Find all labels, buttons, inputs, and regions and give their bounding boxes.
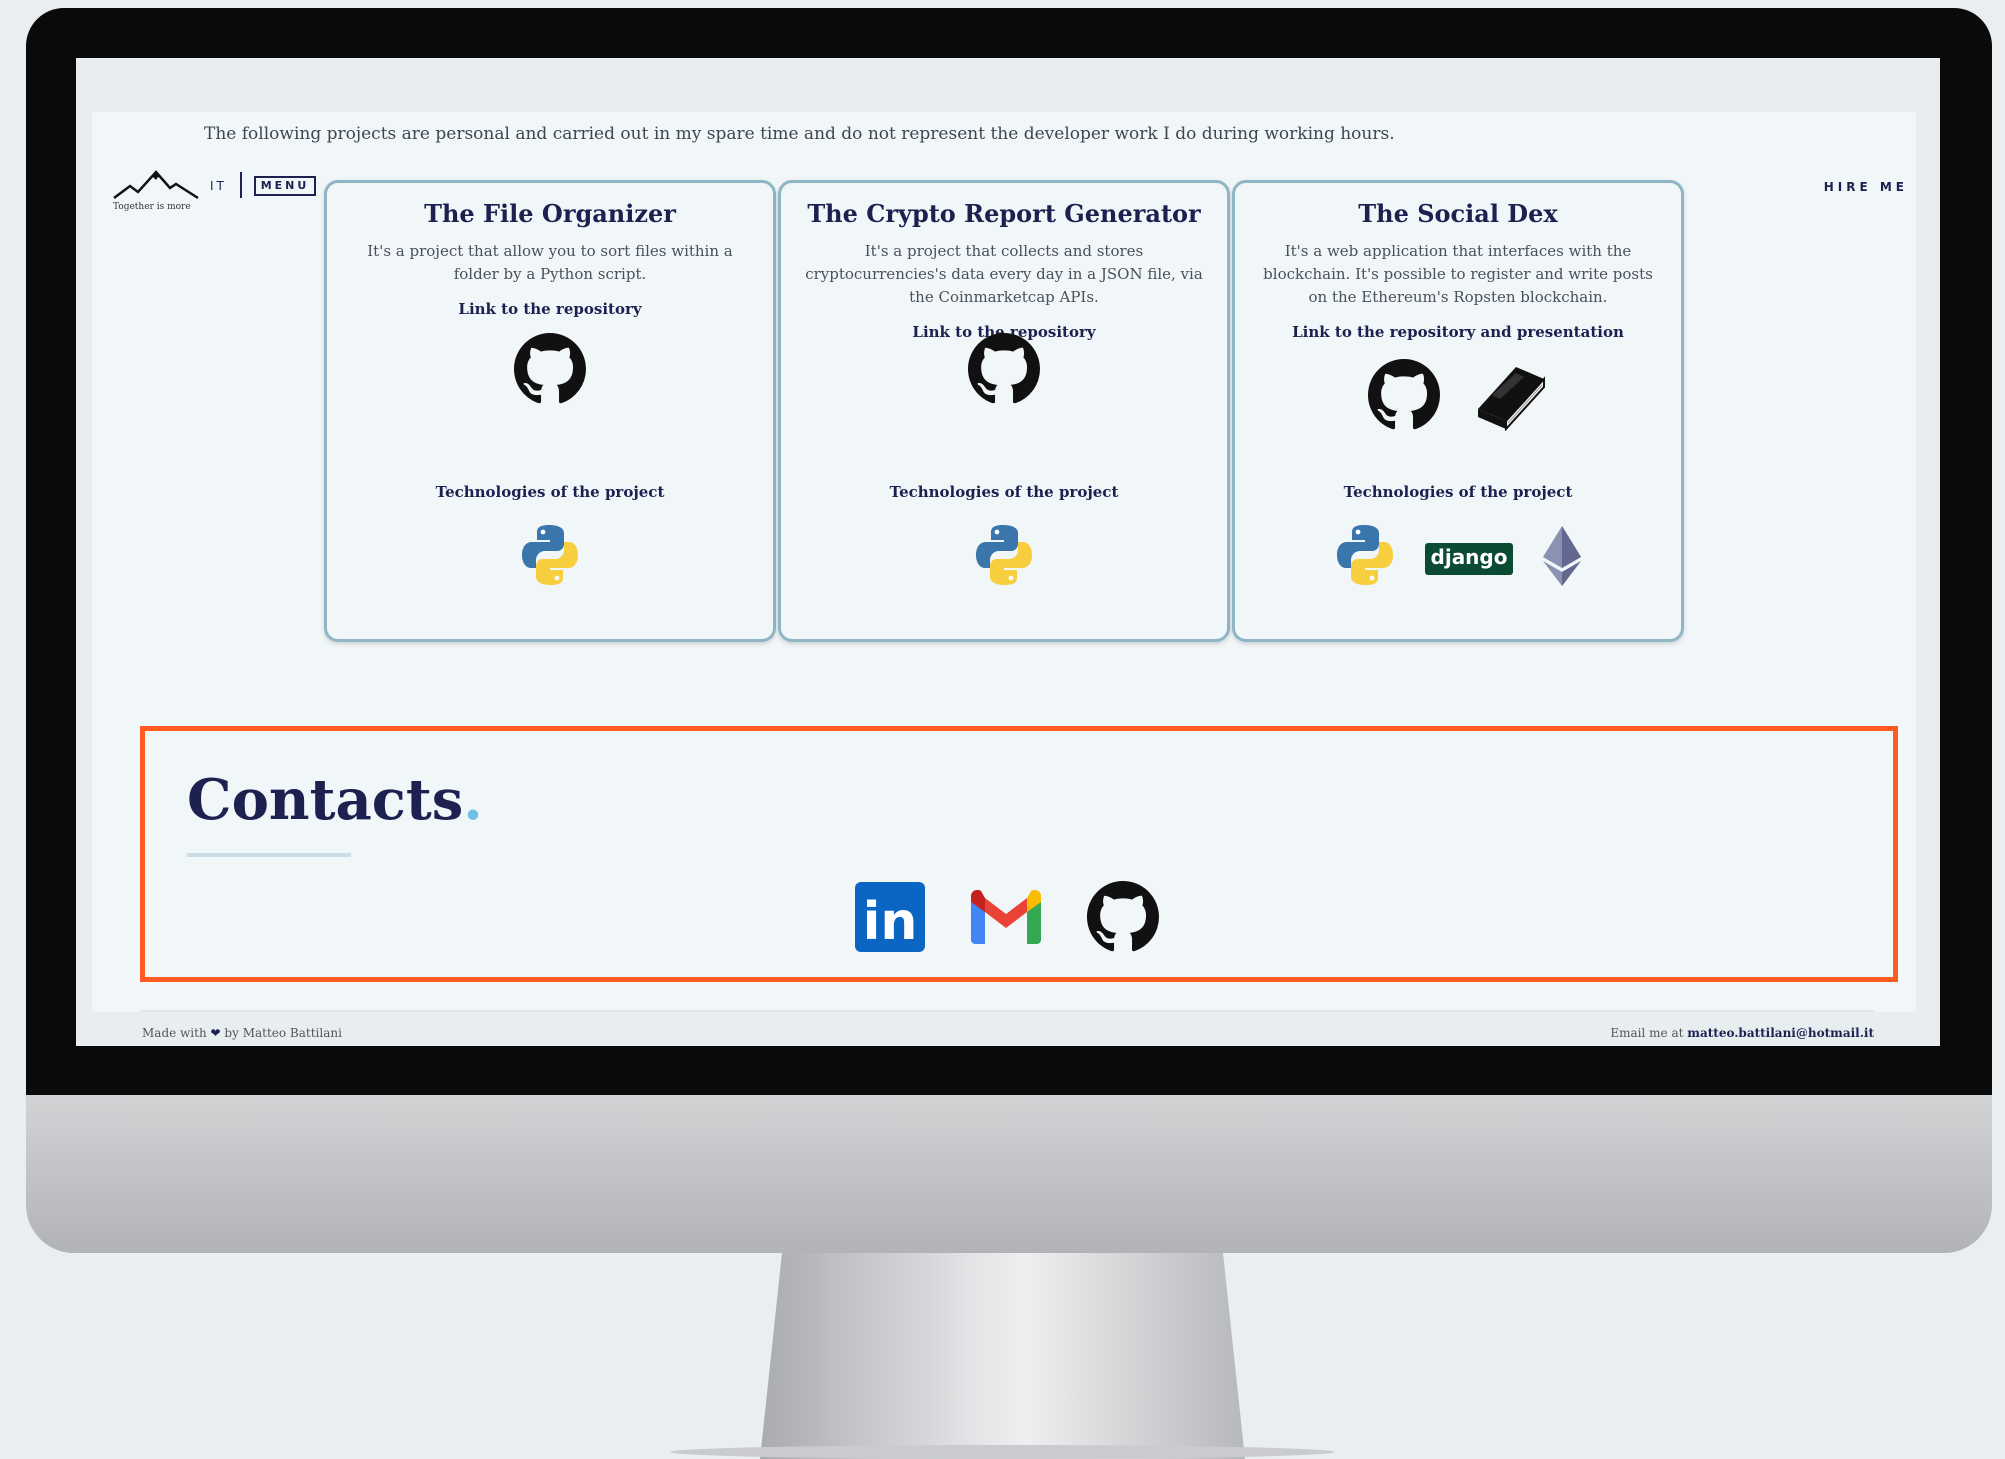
github-icon[interactable] (1368, 359, 1440, 431)
nav-divider (240, 172, 242, 198)
contacts-section: Contacts. in (140, 726, 1898, 982)
repo-icons (781, 333, 1227, 405)
svg-text:in: in (863, 892, 918, 952)
tech-icons: django (1235, 523, 1681, 589)
project-card-crypto-report: The Crypto Report Generator It's a proje… (778, 180, 1230, 642)
footer-email: Email me at matteo.battilani@hotmail.it (1610, 1026, 1874, 1040)
hire-me-link[interactable]: HIRE ME (1824, 180, 1908, 194)
python-icon (1336, 525, 1393, 585)
monitor-chin (26, 1095, 1992, 1253)
logo-tagline: Together is more (113, 202, 191, 212)
github-icon[interactable] (1087, 881, 1159, 953)
language-toggle[interactable]: IT (210, 179, 227, 193)
title-underline (187, 853, 351, 857)
python-icon (522, 525, 578, 585)
card-title: The Crypto Report Generator (807, 199, 1201, 228)
repo-icons (1235, 359, 1681, 431)
menu-button[interactable]: MENU (254, 176, 316, 196)
card-description: It's a web application that interfaces w… (1263, 242, 1653, 306)
tech-icons (781, 523, 1227, 589)
tech-icons (327, 523, 773, 589)
project-card-file-organizer: The File Organizer It's a project that a… (324, 180, 776, 642)
projects-intro: The following projects are personal and … (204, 124, 1395, 144)
repo-icons (327, 333, 773, 405)
tech-label: Technologies of the project (435, 483, 665, 501)
book-icon[interactable] (1472, 359, 1548, 431)
tech-label: Technologies of the project (1343, 483, 1573, 501)
card-description: It's a project that allow you to sort fi… (367, 242, 733, 283)
card-link-label: Link to the repository and presentation (1292, 323, 1624, 341)
footer-credits: Made with ❤ by Matteo Battilani (142, 1026, 342, 1040)
heart-icon: ❤ (210, 1026, 221, 1040)
card-link-label: Link to the repository (458, 300, 642, 318)
footer-divider (140, 1010, 1874, 1012)
stand-shadow (670, 1445, 1335, 1459)
contact-icons: in (855, 881, 1159, 953)
card-title: The File Organizer (424, 199, 676, 228)
github-icon[interactable] (514, 333, 586, 405)
monitor-stand (760, 1253, 1245, 1459)
django-logo: django (1424, 543, 1514, 575)
tech-label: Technologies of the project (889, 483, 1119, 501)
github-icon[interactable] (968, 333, 1040, 405)
card-title: The Social Dex (1358, 199, 1558, 228)
ethereum-icon (1543, 526, 1582, 586)
linkedin-icon[interactable]: in (855, 882, 925, 952)
screen: The following projects are personal and … (76, 58, 1940, 1046)
email-link[interactable]: matteo.battilani@hotmail.it (1687, 1026, 1874, 1040)
contacts-title: Contacts. (187, 767, 483, 833)
gmail-icon[interactable] (971, 890, 1041, 944)
card-description: It's a project that collects and stores … (805, 242, 1203, 306)
python-icon (976, 525, 1032, 585)
project-card-social-dex: The Social Dex It's a web application th… (1232, 180, 1684, 642)
web-page: The following projects are personal and … (92, 112, 1916, 1040)
